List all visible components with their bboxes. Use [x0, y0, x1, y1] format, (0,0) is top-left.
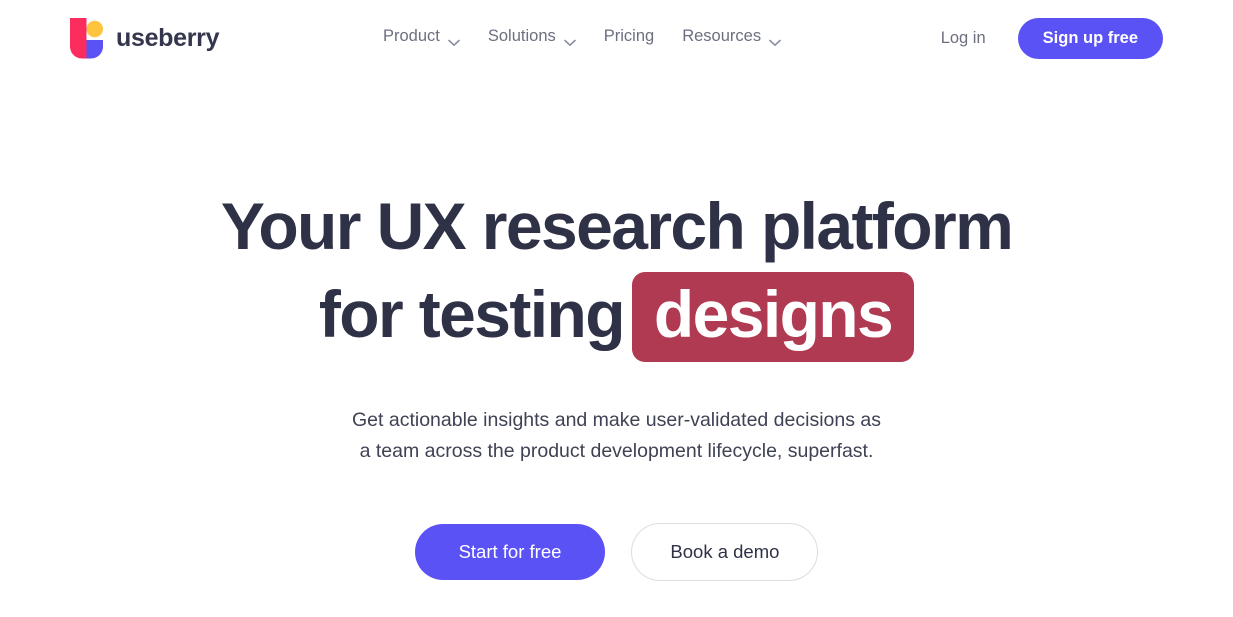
book-a-demo-button[interactable]: Book a demo	[631, 523, 819, 581]
headline-prefix: for testing	[318, 277, 626, 351]
hero-cta-row: Start for free Book a demo	[0, 523, 1233, 581]
hero-headline: Your UX research platform for testing des…	[0, 182, 1233, 362]
headline-line-1: Your UX research platform	[220, 189, 1014, 263]
headline-line-2: for testing designs	[0, 270, 1233, 362]
hero-section: Your UX research platform for testing des…	[0, 0, 1233, 617]
hero-subtitle: Get actionable insights and make user-va…	[0, 405, 1233, 467]
subtitle-line-1: Get actionable insights and make user-va…	[352, 409, 881, 431]
start-for-free-button[interactable]: Start for free	[414, 524, 606, 580]
subtitle-line-2: a team across the product development li…	[359, 440, 874, 462]
headline-highlight-designs: designs	[631, 272, 915, 362]
